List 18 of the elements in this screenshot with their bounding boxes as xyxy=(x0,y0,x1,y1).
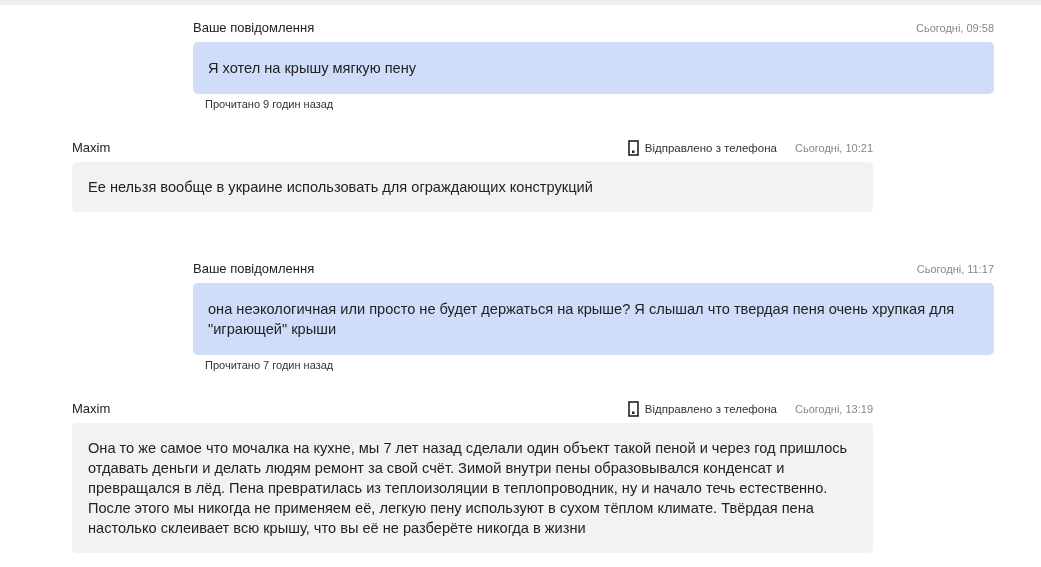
phone-icon xyxy=(627,400,639,417)
read-status: Прочитано 7 годин назад xyxy=(205,359,335,373)
message-label: Ваше повідомлення xyxy=(193,20,316,35)
message-bubble: Она то же самое что мочалка на кухне, мы 7 лет назад сделали один объект такой пеной и через год пришлось отдавать деньги и делать людям ремонт за свой счёт. Зимой внутри пены образовывался конденсат и превращался в лёд. Пена превратилась из теплоизоляции в теплопроводник, ну и начало течь естественно. После этого мы никогда не применяем её, легкую пену используют в сухом тёплом климате. Твёрдая пена настолько склеивает всю крышу, что вы её не разберёте никогда в жизни xyxy=(72,423,873,553)
message-bubble: она неэкологичная или просто не будет держаться на крыше? Я слышал что твердая пеня очень хрупкая для "играющей" крыши xyxy=(193,283,994,355)
sender-name: Maxim xyxy=(72,401,112,416)
read-status: Прочитано 9 годин назад xyxy=(205,98,335,112)
message-time: Сьогодні, 10:21 xyxy=(795,141,873,154)
message-bubble: Ее нельзя вообще в украине использовать для ограждающих конструкций xyxy=(72,162,873,212)
device-note: Відправлено з телефона xyxy=(644,141,777,154)
phone-icon xyxy=(627,139,639,156)
device-note: Відправлено з телефона xyxy=(644,402,777,415)
message-time: Сьогодні, 13:19 xyxy=(795,402,873,415)
message-time: Сьогодні, 11:17 xyxy=(916,262,994,275)
message-label: Ваше повідомлення xyxy=(193,261,316,276)
sender-name: Maxim xyxy=(72,140,112,155)
message-bubble: Я хотел на крышу мягкую пену xyxy=(193,42,994,94)
message-time: Сьогодні, 09:58 xyxy=(916,21,994,34)
